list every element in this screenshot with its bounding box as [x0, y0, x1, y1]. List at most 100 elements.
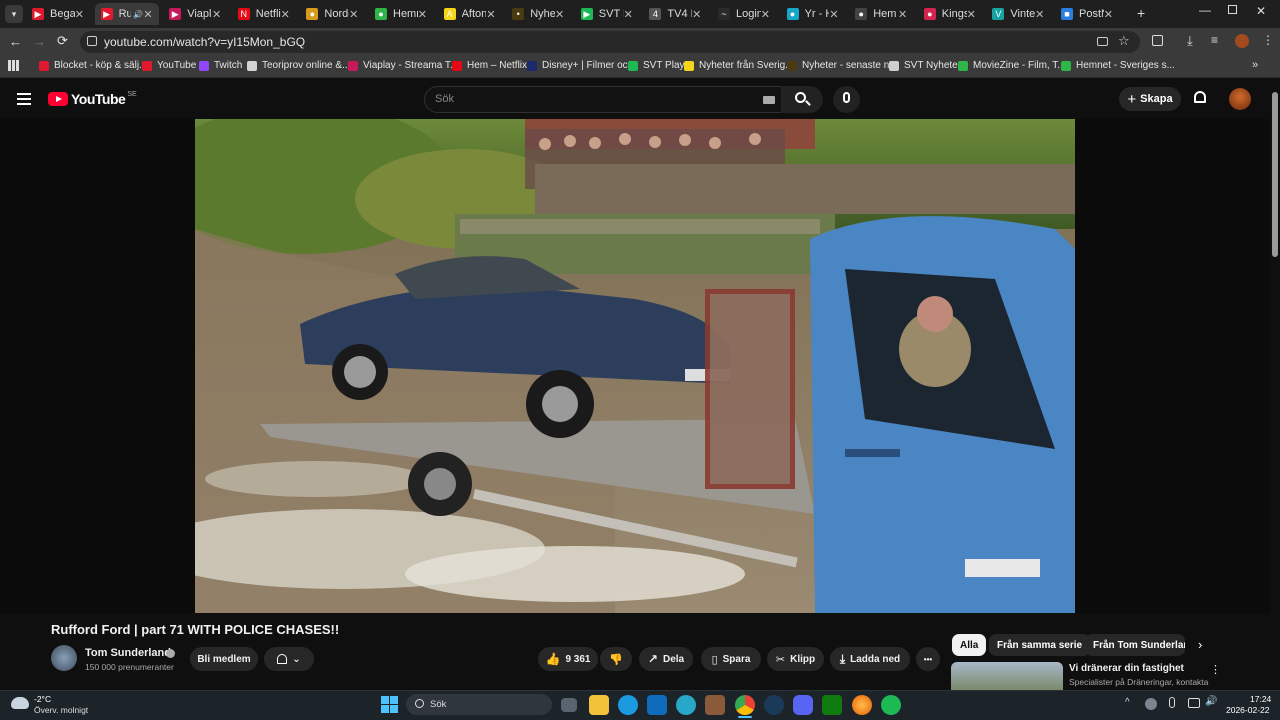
tab-close-icon[interactable]: ✕: [1035, 8, 1044, 21]
bookmark-item[interactable]: Hem – Netflix: [452, 60, 527, 71]
filter-chip-all[interactable]: Alla: [952, 634, 987, 656]
tab-close-icon[interactable]: ✕: [75, 8, 84, 21]
bookmark-item[interactable]: Nyheter från Sverig...: [684, 60, 793, 71]
back-button[interactable]: ←: [9, 34, 22, 49]
clip-button[interactable]: ✂ Klipp: [767, 647, 824, 671]
url-text[interactable]: youtube.com/watch?v=yI15Mon_bGQ: [104, 35, 305, 49]
tray-app-icon[interactable]: [1145, 698, 1157, 710]
new-tab-button[interactable]: +: [1137, 5, 1145, 21]
tab-close-icon[interactable]: ✕: [967, 8, 976, 21]
site-info-icon[interactable]: [87, 36, 97, 46]
hamburger-menu-icon[interactable]: [17, 93, 31, 105]
ad-thumbnail[interactable]: [951, 662, 1063, 690]
browser-tab[interactable]: 4 TV4 P✕: [643, 3, 707, 25]
bookmark-item[interactable]: SVT Play: [628, 60, 685, 71]
clock-date[interactable]: 2026-02-22: [1226, 705, 1269, 715]
search-input[interactable]: Sök: [424, 86, 782, 113]
browser-tab[interactable]: A Aftonl✕: [438, 3, 502, 25]
profile-avatar-icon[interactable]: [1235, 34, 1249, 48]
like-button[interactable]: 👍 9 361: [538, 647, 598, 671]
weather-temperature[interactable]: -2°C: [34, 694, 51, 704]
bookmarks-overflow-icon[interactable]: »: [1252, 59, 1258, 71]
task-view-icon[interactable]: [561, 698, 577, 712]
browser-tab[interactable]: V Vinte ✕: [986, 3, 1050, 25]
tab-close-icon[interactable]: ✕: [624, 8, 633, 21]
weather-icon[interactable]: [11, 697, 29, 709]
windows-start-icon[interactable]: [381, 696, 398, 713]
taskbar-search-input[interactable]: Sök: [406, 694, 552, 715]
tab-close-icon[interactable]: ✕: [418, 8, 427, 21]
minimize-window-button[interactable]: —: [1199, 3, 1211, 17]
more-actions-button[interactable]: •••: [916, 647, 940, 671]
browser-tab[interactable]: ● Hemn✕: [369, 3, 433, 25]
browser-tab[interactable]: ▶ SVT P✕: [575, 3, 639, 25]
voice-search-button[interactable]: [833, 86, 860, 113]
bookmark-item[interactable]: Viaplay - Streama T...: [348, 60, 458, 71]
tab-close-icon[interactable]: ✕: [143, 8, 152, 21]
dislike-button[interactable]: 👎: [600, 647, 632, 671]
weather-description[interactable]: Överv. molnigt: [34, 705, 88, 715]
volume-icon[interactable]: 🔊: [1205, 696, 1217, 707]
tab-close-icon[interactable]: ✕: [692, 8, 701, 21]
bookmark-item[interactable]: Twitch: [199, 60, 242, 71]
apps-grid-icon[interactable]: [8, 60, 19, 71]
restore-window-button[interactable]: [1228, 5, 1237, 14]
bookmark-item[interactable]: YouTube: [142, 60, 196, 71]
filter-chip-channel[interactable]: Från Tom Sunderland: [1085, 634, 1185, 656]
chrome-icon[interactable]: [735, 695, 755, 715]
bookmark-item[interactable]: Teoriprov online &...: [247, 60, 350, 71]
install-app-icon[interactable]: [1097, 37, 1108, 46]
bookmark-item[interactable]: Hemnet - Sveriges s...: [1061, 60, 1175, 71]
browser-tab[interactable]: ▶ Ru 🔊 ✕: [94, 3, 159, 25]
network-app-icon[interactable]: [676, 695, 696, 715]
browser-tab[interactable]: ● Hem ✕: [849, 3, 913, 25]
browser-tab[interactable]: ■ PostN✕: [1055, 3, 1119, 25]
tray-overflow-icon[interactable]: ^: [1125, 697, 1130, 708]
media-control-icon[interactable]: ≡: [1211, 33, 1218, 47]
browser-tab[interactable]: ▶ Viapla✕: [163, 3, 227, 25]
tab-close-icon[interactable]: ✕: [349, 8, 358, 21]
tab-close-icon[interactable]: ✕: [281, 8, 290, 21]
youtube-logo[interactable]: YouTube SE: [48, 91, 137, 107]
download-button[interactable]: ⤓ Ladda ned: [830, 647, 910, 671]
edge-icon[interactable]: [618, 695, 638, 715]
file-explorer-icon[interactable]: [589, 695, 609, 715]
tab-close-icon[interactable]: ✕: [829, 8, 838, 21]
browser-tab[interactable]: ~ Login ✕: [712, 3, 776, 25]
tab-close-icon[interactable]: ✕: [1104, 8, 1113, 21]
tab-close-icon[interactable]: ✕: [555, 8, 564, 21]
close-window-button[interactable]: ✕: [1256, 4, 1266, 18]
browser-tab[interactable]: ● Kings ✕: [918, 3, 982, 25]
steam-icon[interactable]: [764, 695, 784, 715]
download-icon[interactable]: ⤓: [1187, 33, 1193, 49]
browser-tab[interactable]: ● Nordc✕: [300, 3, 364, 25]
filter-chip-same-series[interactable]: Från samma serie: [989, 634, 1091, 656]
notifications-bell-icon[interactable]: [1194, 91, 1206, 103]
xbox-app-icon[interactable]: [822, 695, 842, 715]
tab-close-icon[interactable]: ✕: [212, 8, 221, 21]
bookmark-item[interactable]: MovieZine - Film, T...: [958, 60, 1066, 71]
outlook-icon[interactable]: [647, 695, 667, 715]
bookmark-item[interactable]: Disney+ | Filmer oc...: [527, 60, 636, 71]
bookmark-star-icon[interactable]: ☆: [1118, 33, 1130, 49]
microphone-tray-icon[interactable]: [1169, 697, 1175, 708]
browser-tab[interactable]: ● Yr - H ✕: [781, 3, 845, 25]
create-button[interactable]: + Skapa: [1119, 87, 1181, 111]
bookmark-item[interactable]: Nyheter - senaste n...: [787, 60, 898, 71]
clock-time[interactable]: 17:24: [1250, 694, 1271, 704]
join-button[interactable]: Bli medlem: [190, 647, 258, 671]
discord-icon[interactable]: [793, 695, 813, 715]
channel-avatar[interactable]: [51, 645, 77, 671]
tab-close-icon[interactable]: ✕: [761, 8, 770, 21]
channel-name[interactable]: Tom Sunderland: [85, 647, 171, 659]
tab-close-icon[interactable]: ✕: [898, 8, 907, 21]
reload-button[interactable]: ⟳: [57, 33, 68, 49]
extensions-icon[interactable]: [1152, 35, 1163, 46]
share-button[interactable]: ↗ Dela: [639, 647, 693, 671]
bookmark-item[interactable]: SVT Nyheter: [889, 60, 961, 71]
scrollbar-thumb[interactable]: [1272, 92, 1278, 257]
search-button[interactable]: [781, 86, 823, 113]
tab-search-button[interactable]: ▾: [5, 5, 23, 23]
ad-title[interactable]: Vi dränerar din fastighet: [1069, 663, 1184, 674]
firefox-icon[interactable]: [852, 695, 872, 715]
